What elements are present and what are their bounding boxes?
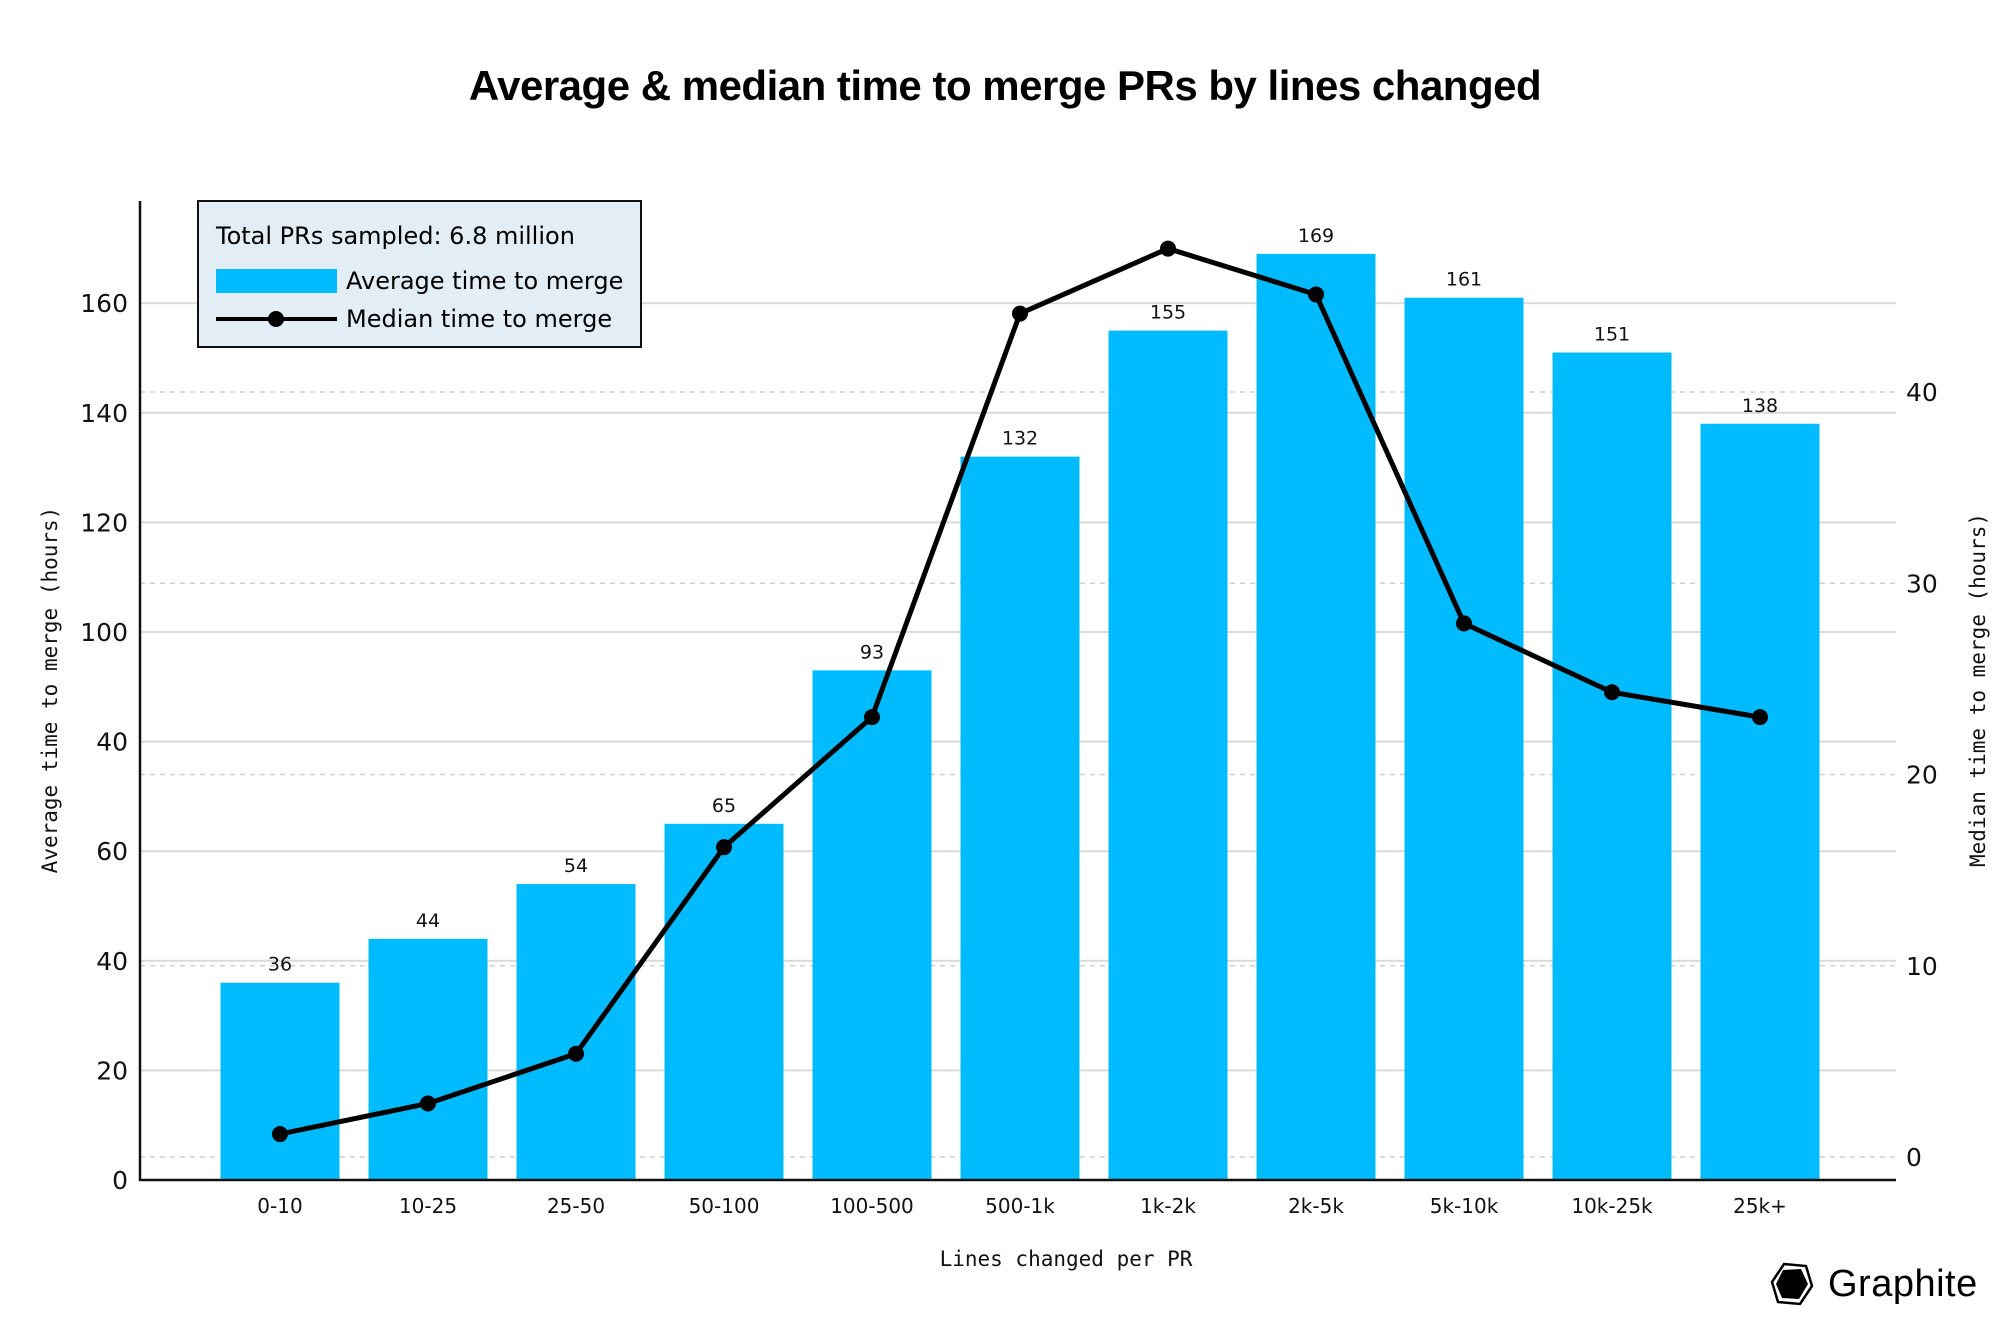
x-tick-label: 25k+ [1733,1194,1787,1218]
median-point [1308,286,1324,303]
x-tick-label: 50-100 [689,1194,760,1218]
median-point [420,1095,436,1112]
x-tick-label: 0-10 [257,1194,302,1218]
left-tick-label: 40 [96,947,128,976]
bar [1108,330,1228,1181]
x-tick-label: 10k-25k [1571,1194,1653,1218]
left-tick-label: 100 [80,618,128,647]
left-tick-label: 60 [96,837,128,866]
bar [664,823,784,1180]
median-point [1456,615,1472,632]
bar-data-label: 161 [1446,269,1482,291]
bar [368,938,488,1180]
x-tick-label: 2k-5k [1288,1194,1344,1218]
bar-data-label: 93 [860,641,884,663]
median-point [1160,240,1176,257]
right-tick-label: 0 [1906,1143,1922,1172]
bar-data-label: 132 [1002,428,1038,450]
median-point [864,709,880,726]
left-tick-label: 40 [96,728,128,757]
bar-data-label: 36 [268,954,292,976]
right-tick-label: 20 [1906,761,1938,790]
bar [812,670,932,1180]
bar [516,884,636,1180]
x-tick-label: 500-1k [985,1194,1055,1218]
median-point [272,1126,288,1143]
brand-logo: Graphite [1770,1262,1978,1306]
x-tick-label: 1k-2k [1140,1194,1196,1218]
y2-axis-label: Median time to merge (hours) [1966,513,1990,867]
x-tick-label: 100-500 [830,1194,914,1218]
brand-name: Graphite [1828,1262,1978,1305]
bar-data-label: 65 [712,795,736,817]
legend-line-swatch [216,307,337,331]
legend-bar-swatch [216,269,337,293]
legend-entry-median: Median time to merge [216,304,612,334]
bar-data-label: 155 [1150,302,1186,324]
median-point [716,839,732,856]
bar-data-label: 138 [1742,395,1778,417]
right-tick-labels: 0 10 20 30 40 [1906,378,1938,1172]
y-axis-label: Average time to merge (hours) [38,507,62,874]
left-tick-label: 120 [80,508,128,537]
legend-label: Average time to merge [346,267,624,295]
x-tick-label: 25-50 [547,1194,605,1218]
x-tick-label: 5k-10k [1430,1194,1499,1218]
legend-label: Median time to merge [346,305,613,333]
median-point [1752,709,1768,726]
bar-data-label: 169 [1298,225,1334,247]
right-tick-label: 30 [1906,569,1938,598]
x-tick-label: 10-25 [399,1194,457,1218]
x-tick-labels: 0-10 10-25 25-50 50-100 100-500 500-1k 1k-2k 2k… [257,1194,1787,1218]
left-tick-labels: 0 20 40 60 40 100 120 140 160 [80,289,128,1195]
median-point [568,1045,584,1062]
legend-title: Total PRs sampled: 6.8 million [216,222,575,250]
left-tick-label: 140 [80,399,128,428]
legend-entry-average: Average time to merge [216,266,623,296]
bar [960,456,1080,1180]
bar-data-label: 151 [1594,324,1630,346]
median-point [1012,305,1028,322]
bar-data-label: 54 [564,855,588,877]
left-tick-label: 20 [96,1056,128,1085]
median-point [1604,684,1620,701]
bar-series [220,253,1820,1181]
bar-data-label: 44 [416,910,440,932]
graphite-hexagon-icon [1770,1262,1814,1306]
bar [1404,297,1524,1181]
bar [220,982,340,1180]
left-tick-label: 160 [80,289,128,318]
bar [1552,352,1672,1180]
legend: Total PRs sampled: 6.8 million Average t… [197,200,642,348]
left-tick-label: 0 [112,1166,128,1195]
x-axis-label: Lines changed per PR [940,1247,1193,1271]
right-tick-label: 40 [1906,378,1938,407]
right-tick-label: 10 [1906,952,1938,981]
bar [1700,423,1820,1180]
